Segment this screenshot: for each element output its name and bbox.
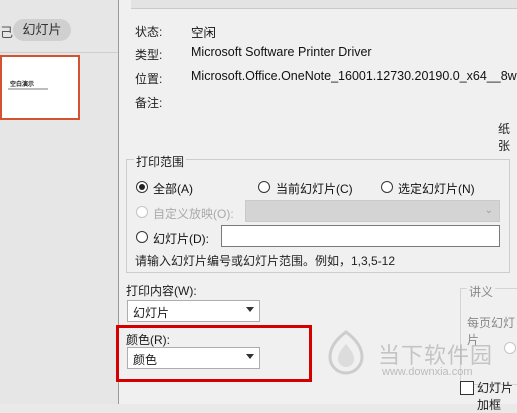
comment-label: 备注: bbox=[135, 96, 163, 110]
print-content-value: 幻灯片 bbox=[133, 306, 170, 320]
radio-custom-show bbox=[136, 206, 148, 218]
watermark-url: www.downxia.com bbox=[382, 366, 473, 378]
slide-thumbnail[interactable]: 空白演示 bbox=[0, 55, 80, 120]
highlight-annotation bbox=[116, 325, 312, 382]
chevron-down-icon: ⌄ bbox=[484, 205, 493, 216]
custom-show-select: ⌄ bbox=[245, 200, 500, 222]
divider bbox=[0, 52, 118, 53]
frame-slides-checkbox[interactable] bbox=[460, 381, 474, 395]
location-value: Microsoft.Office.OneNote_16001.12730.201… bbox=[191, 69, 517, 83]
radio-slides-label[interactable]: 幻灯片(D): bbox=[153, 230, 209, 247]
handouts-title: 讲义 bbox=[467, 283, 496, 300]
range-hint-text: 请输入幻灯片编号或幻灯片范围。例如，1,3,5-12 bbox=[135, 254, 396, 268]
slide-thumbnail-title: 空白演示 bbox=[10, 82, 35, 88]
print-range-title: 打印范围 bbox=[134, 153, 187, 170]
location-label: 位置: bbox=[135, 72, 163, 86]
type-value: Microsoft Software Printer Driver bbox=[191, 45, 372, 59]
radio-custom-show-label: 自定义放映(O): bbox=[153, 207, 234, 221]
radio-all[interactable] bbox=[136, 181, 148, 193]
type-label: 类型: bbox=[135, 48, 163, 62]
radio-selected-slides[interactable] bbox=[381, 181, 393, 193]
tab-outline-fragment[interactable]: 己 bbox=[0, 22, 13, 41]
slide-thumbnail-subtitle bbox=[8, 88, 48, 90]
slides-input[interactable] bbox=[221, 225, 500, 247]
frame-slides-label[interactable]: 幻灯片加框 bbox=[477, 379, 517, 413]
radio-selected-slides-label[interactable]: 选定幻灯片(N) bbox=[398, 180, 475, 197]
status-label: 状态: bbox=[135, 25, 163, 39]
dropdown-arrow-icon bbox=[246, 307, 254, 312]
radio-current-slide-label[interactable]: 当前幻灯片(C) bbox=[276, 180, 353, 197]
printer-select-bottom[interactable] bbox=[131, 0, 517, 9]
radio-slides[interactable] bbox=[136, 231, 148, 243]
paper-label: 纸张 bbox=[498, 122, 511, 153]
tab-slides[interactable]: 幻灯片 bbox=[13, 19, 71, 41]
radio-current-slide[interactable] bbox=[258, 181, 270, 193]
watermark-logo-icon bbox=[328, 330, 364, 375]
per-page-radio bbox=[504, 342, 516, 354]
print-content-label: 打印内容(W): bbox=[126, 284, 197, 298]
print-content-dropdown[interactable]: 幻灯片 bbox=[127, 300, 260, 322]
status-value: 空闲 bbox=[191, 26, 217, 40]
radio-all-label[interactable]: 全部(A) bbox=[153, 180, 193, 197]
